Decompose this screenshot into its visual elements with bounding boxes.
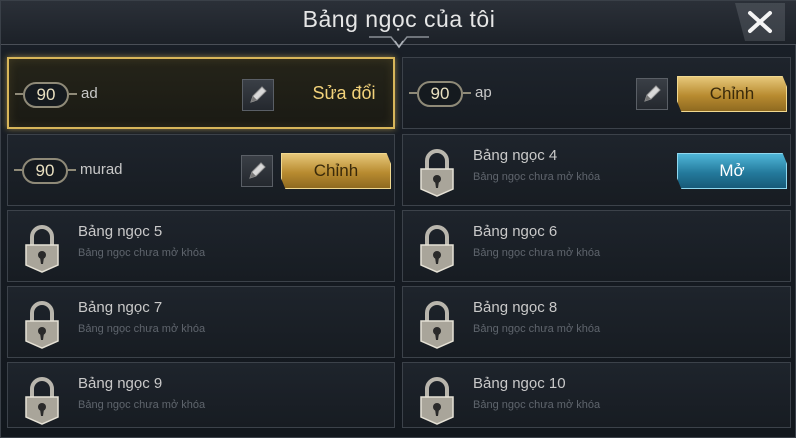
padlock-icon	[25, 377, 59, 425]
rune-page-dialog: Bảng ngọc của tôi 90 ad Sửa đổi 90 ap Ch…	[0, 0, 796, 438]
slot-name: ap	[475, 84, 492, 101]
rune-slot-2[interactable]: 90 ap Chỉnh	[402, 57, 791, 129]
edit-button[interactable]: Chỉnh	[677, 76, 787, 112]
level-badge: 90	[14, 158, 76, 184]
padlock-icon	[420, 149, 454, 197]
slot-name: Bảng ngọc 7	[78, 299, 163, 316]
locked-status: Bảng ngọc chưa mở khóa	[473, 247, 601, 259]
padlock-icon	[420, 377, 454, 425]
rune-slot-8[interactable]: Bảng ngọc 8 Bảng ngọc chưa mở khóa	[402, 286, 791, 358]
rune-slot-5[interactable]: Bảng ngọc 5 Bảng ngọc chưa mở khóa	[7, 210, 395, 282]
pencil-icon	[249, 162, 266, 179]
slot-name: Bảng ngọc 9	[78, 375, 163, 392]
slot-name: Bảng ngọc 8	[473, 299, 558, 316]
slot-name: ad	[81, 85, 98, 102]
padlock-icon	[25, 225, 59, 273]
unlock-button[interactable]: Mở	[677, 153, 787, 189]
rune-slot-4[interactable]: Bảng ngọc 4 Bảng ngọc chưa mở khóa Mở	[402, 134, 791, 206]
level-badge: 90	[15, 82, 77, 108]
padlock-icon	[25, 301, 59, 349]
modify-button[interactable]: Sửa đổi	[299, 83, 389, 104]
level-badge: 90	[409, 81, 471, 107]
padlock-icon	[420, 301, 454, 349]
pencil-icon	[250, 86, 267, 103]
slot-name: murad	[80, 161, 123, 178]
slot-name: Bảng ngọc 10	[473, 375, 566, 392]
rename-button[interactable]	[636, 78, 668, 110]
close-icon	[735, 3, 785, 41]
padlock-icon	[420, 225, 454, 273]
pencil-icon	[644, 85, 661, 102]
rune-slot-1[interactable]: 90 ad Sửa đổi	[7, 57, 395, 129]
dialog-header: Bảng ngọc của tôi	[1, 1, 796, 49]
rune-slot-9[interactable]: Bảng ngọc 9 Bảng ngọc chưa mở khóa	[7, 362, 395, 428]
locked-status: Bảng ngọc chưa mở khóa	[78, 323, 206, 335]
page-title: Bảng ngọc của tôi	[302, 6, 496, 32]
close-button[interactable]	[705, 1, 796, 45]
slot-name: Bảng ngọc 6	[473, 223, 558, 240]
rename-button[interactable]	[241, 155, 273, 187]
slot-name: Bảng ngọc 5	[78, 223, 163, 240]
locked-status: Bảng ngọc chưa mở khóa	[473, 171, 601, 183]
rune-slot-3[interactable]: 90 murad Chỉnh	[7, 134, 395, 206]
locked-status: Bảng ngọc chưa mở khóa	[78, 399, 206, 411]
rune-slot-10[interactable]: Bảng ngọc 10 Bảng ngọc chưa mở khóa	[402, 362, 791, 428]
locked-status: Bảng ngọc chưa mở khóa	[78, 247, 206, 259]
edit-button[interactable]: Chỉnh	[281, 153, 391, 189]
rename-button[interactable]	[242, 79, 274, 111]
rune-slot-6[interactable]: Bảng ngọc 6 Bảng ngọc chưa mở khóa	[402, 210, 791, 282]
locked-status: Bảng ngọc chưa mở khóa	[473, 323, 601, 335]
slot-name: Bảng ngọc 4	[473, 147, 558, 164]
rune-slot-7[interactable]: Bảng ngọc 7 Bảng ngọc chưa mở khóa	[7, 286, 395, 358]
locked-status: Bảng ngọc chưa mở khóa	[473, 399, 601, 411]
ornament-icon	[369, 36, 429, 49]
